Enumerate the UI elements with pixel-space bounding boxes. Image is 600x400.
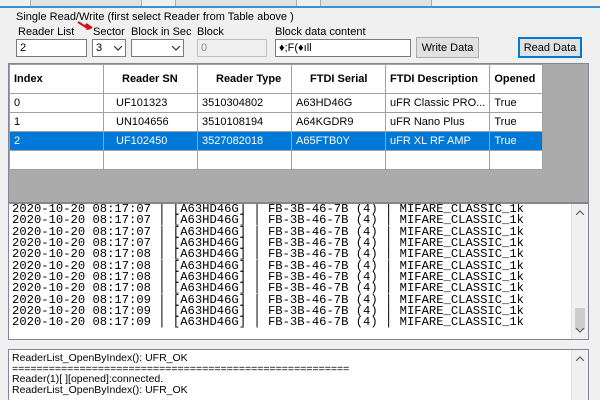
column-header-opened[interactable]: Opened (489, 64, 544, 94)
table-row[interactable]: 0 UF101323 3510304802 A63HD46G uFR Class… (9, 93, 544, 113)
cell-opened[interactable]: True (489, 93, 544, 113)
block-data-label: Block data content (275, 26, 366, 38)
cell-empty[interactable] (291, 150, 386, 170)
chevron-down-icon[interactable] (110, 40, 125, 56)
block-data-input[interactable]: ♦;F(♦ıll (275, 39, 411, 57)
cell-index[interactable]: 0 (9, 93, 104, 113)
cell-reader-sn[interactable]: UF101323 (103, 93, 198, 113)
block-input: 0 (197, 39, 267, 57)
read-data-button[interactable]: Read Data (518, 37, 582, 58)
block-label: Block (197, 26, 224, 38)
cell-ftdi-description[interactable]: uFR Classic PRO... (384, 93, 491, 113)
column-header-index[interactable]: Index (9, 64, 104, 94)
cell-ftdi-serial[interactable]: A65FTB0Y (291, 131, 386, 151)
column-header-ftdi-serial[interactable]: FTDI Serial (291, 64, 386, 94)
cell-opened[interactable]: True (489, 112, 544, 132)
block-in-sec-label: Block in Sec (131, 26, 192, 38)
sector-select[interactable]: 3 (92, 39, 126, 57)
table-row[interactable]: 1 UN104656 3510108194 A64KGDR9 uFR Nano … (9, 112, 544, 132)
table-row-selected[interactable]: 2 UF102450 3527082018 A65FTB0Y uFR XL RF… (9, 131, 544, 151)
reader-list-label: Reader List (18, 26, 75, 38)
cell-opened[interactable]: True (489, 131, 544, 151)
cell-index[interactable]: 1 (9, 112, 104, 132)
cell-empty[interactable] (489, 150, 544, 170)
cell-reader-type[interactable]: 3527082018 (197, 131, 292, 151)
chevron-down-icon[interactable] (168, 40, 183, 56)
cell-reader-sn[interactable]: UN104656 (103, 112, 198, 132)
status-line: ReaderList_OpenByIndex(): UFR_OK (12, 383, 188, 396)
status-lines: ReaderList_OpenByIndex(): UFR_OK ========… (12, 353, 349, 395)
column-header-ftdi-description[interactable]: FTDI Description (384, 64, 491, 94)
block-in-sec-select[interactable] (131, 39, 184, 57)
reader-table[interactable]: Index Reader SN Reader Type FTDI Serial … (8, 63, 589, 203)
cell-ftdi-serial[interactable]: A64KGDR9 (291, 112, 386, 132)
write-data-button[interactable]: Write Data (416, 37, 479, 58)
cell-reader-type[interactable]: 3510108194 (197, 112, 292, 132)
status-scrollbar[interactable] (571, 350, 588, 400)
log-line: 2020-10-20 08:17:09 | [A63HD46G] | FB-3B… (12, 315, 524, 330)
sector-label: Sector (93, 26, 125, 38)
cell-index[interactable]: 2 (9, 131, 104, 151)
log-scrollbar[interactable] (571, 204, 588, 339)
red-arrow-pointer-icon (77, 21, 93, 30)
cell-empty[interactable] (197, 150, 292, 170)
selection-underline (0, 6, 600, 8)
status-line: ReaderList_OpenByIndex(): UFR_OK (12, 352, 188, 364)
status-output[interactable]: ReaderList_OpenByIndex(): UFR_OK ========… (8, 349, 589, 400)
cell-reader-type[interactable]: 3510304802 (197, 93, 292, 113)
cell-ftdi-serial[interactable]: A63HD46G (291, 93, 386, 113)
column-header-reader-sn[interactable]: Reader SN (103, 64, 198, 94)
cell-empty[interactable] (9, 150, 104, 170)
status-line: Reader(1)[ ][opened]:connected. (12, 373, 164, 385)
sector-value: 3 (96, 42, 103, 54)
cell-empty[interactable] (384, 150, 491, 170)
log-output[interactable]: 2020-10-20 08:17:07 | [A63HD46G] | FB-3B… (8, 203, 589, 340)
cell-ftdi-description[interactable]: uFR Nano Plus (384, 112, 491, 132)
scroll-up-icon[interactable] (572, 350, 588, 367)
reader-grid[interactable]: Index Reader SN Reader Type FTDI Serial … (9, 64, 544, 170)
cell-reader-sn[interactable]: UF102450 (103, 131, 198, 151)
cell-ftdi-description[interactable]: uFR XL RF AMP (384, 131, 491, 151)
log-lines: 2020-10-20 08:17:07 | [A63HD46G] | FB-3B… (12, 204, 524, 329)
scroll-up-icon[interactable] (572, 204, 588, 221)
column-header-reader-type[interactable]: Reader Type (197, 64, 292, 94)
section-title: Single Read/Write (first select Reader f… (16, 11, 294, 23)
top-strip (0, 0, 600, 8)
scroll-down-icon[interactable] (572, 322, 588, 339)
table-header-row: Index Reader SN Reader Type FTDI Serial … (9, 64, 544, 94)
table-row-new[interactable] (9, 150, 544, 170)
reader-list-input[interactable]: 2 (16, 39, 87, 57)
cell-empty[interactable] (103, 150, 198, 170)
